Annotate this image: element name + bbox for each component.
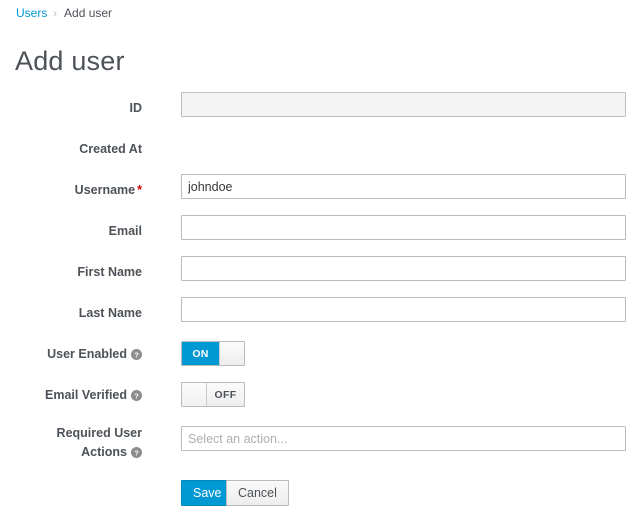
user-enabled-knob	[219, 342, 244, 365]
email-verified-toggle[interactable]: OFF	[181, 382, 245, 407]
field-id	[181, 92, 626, 117]
form-row-last-name: Last Name	[0, 297, 634, 338]
field-username	[181, 174, 626, 199]
label-required-user-actions-line1: Required User	[56, 426, 142, 440]
label-email-verified-text: Email Verified	[45, 388, 127, 402]
label-required-user-actions: Required User Actions ?	[0, 424, 142, 462]
field-first-name	[181, 256, 626, 281]
form-row-created-at: Created At	[0, 133, 634, 174]
help-circle-icon[interactable]: ?	[131, 349, 142, 360]
field-email	[181, 215, 626, 240]
page-title: Add user	[15, 46, 125, 76]
form-row-first-name: First Name	[0, 256, 634, 297]
label-email-verified: Email Verified ?	[0, 388, 142, 403]
form-row-username: Username *	[0, 174, 634, 215]
label-email: Email	[108, 224, 142, 238]
field-last-name	[181, 297, 626, 322]
svg-text:?: ?	[134, 448, 139, 457]
help-circle-icon[interactable]: ?	[131, 390, 142, 401]
svg-text:?: ?	[134, 391, 139, 400]
svg-text:?: ?	[134, 350, 139, 359]
user-enabled-toggle[interactable]: ON	[181, 341, 245, 366]
cancel-button[interactable]: Cancel	[226, 480, 289, 506]
label-id: ID	[129, 101, 143, 115]
label-first-name: First Name	[77, 265, 142, 279]
chevron-right-icon: ›	[53, 8, 58, 20]
email-verified-knob	[182, 383, 207, 406]
email-verified-off-label: OFF	[207, 383, 244, 406]
help-circle-icon[interactable]: ?	[131, 447, 142, 458]
label-user-enabled-text: User Enabled	[47, 347, 127, 361]
last-name-input[interactable]	[181, 297, 626, 322]
label-user-enabled: User Enabled ?	[0, 347, 142, 362]
email-input[interactable]	[181, 215, 626, 240]
add-user-form: ID Created At Username* Email First Name…	[0, 92, 634, 510]
form-row-required-user-actions: Required User Actions ?	[0, 420, 634, 468]
breadcrumb-link-users[interactable]: Users	[16, 6, 47, 20]
field-required-user-actions	[181, 426, 626, 451]
required-indicator: *	[137, 183, 142, 197]
breadcrumb: Users › Add user	[16, 5, 112, 22]
breadcrumb-current: Add user	[64, 6, 113, 20]
form-row-email: Email	[0, 215, 634, 256]
user-enabled-on-label: ON	[182, 342, 219, 365]
username-input[interactable]	[181, 174, 626, 199]
label-username-text: Username	[74, 183, 136, 197]
form-row-user-enabled: User Enabled ? ON	[0, 338, 634, 379]
label-username: Username *	[0, 183, 142, 198]
form-row-email-verified: Email Verified ? OFF	[0, 379, 634, 420]
form-actions: Save Cancel	[0, 480, 634, 510]
id-input[interactable]	[181, 92, 626, 117]
label-created-at: Created At	[79, 142, 142, 156]
label-required-user-actions-line2: Actions	[81, 445, 127, 459]
label-last-name: Last Name	[78, 306, 142, 320]
form-row-id: ID	[0, 92, 634, 133]
required-user-actions-select[interactable]	[181, 426, 626, 451]
first-name-input[interactable]	[181, 256, 626, 281]
